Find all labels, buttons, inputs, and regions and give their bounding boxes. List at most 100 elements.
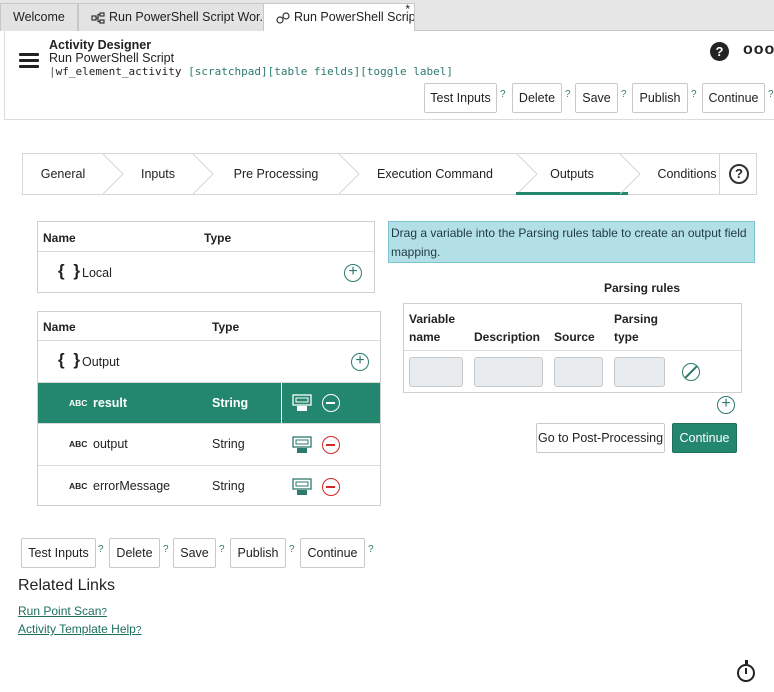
step-navigation: General Inputs Pre Processing Execution … [22,153,736,195]
step-chevron [192,154,214,194]
more-options-icon[interactable]: ooo [743,41,774,59]
remove-variable-icon[interactable] [322,394,340,412]
table-fields-link[interactable]: [table fields] [268,65,361,78]
col-source: Source [554,330,595,344]
clear-rule-icon[interactable] [682,363,700,381]
activity-template-help-link[interactable]: Activity Template Help? [18,622,141,636]
table-row[interactable]: ABC output String [38,423,380,465]
tab-workflow[interactable]: Run PowerShell Script Wor... [78,3,264,31]
link-text: Activity Template Help [18,622,136,636]
continue-button-bottom[interactable]: Continue [300,538,365,568]
cell-divider [281,383,282,424]
test-inputs-button[interactable]: Test Inputs [424,83,497,113]
help-icon[interactable]: ? [710,42,729,61]
source-field[interactable] [554,357,603,387]
parsing-rules-table: Variable name Description Source Parsing… [403,303,742,393]
continue-help[interactable]: ? [368,544,374,555]
variable-type: String [212,396,249,410]
description-field[interactable] [474,357,543,387]
output-variables-table: Name Type { } Output + ABC result String… [37,311,381,506]
parsing-rule-row [404,350,741,393]
test-inputs-help[interactable]: ? [500,89,506,100]
parsing-rules-title: Parsing rules [604,281,681,295]
table-row[interactable]: ABC result String [38,382,380,424]
remove-variable-icon[interactable] [322,436,340,454]
publish-help[interactable]: ? [691,89,697,100]
publish-button-bottom[interactable]: Publish [230,538,286,568]
activity-icon [276,10,294,24]
step-conditions[interactable]: Conditions [643,154,731,194]
publish-help[interactable]: ? [289,544,295,555]
add-local-icon[interactable]: + [344,264,362,282]
info-message: Drag a variable into the Parsing rules t… [388,221,755,263]
braces-icon: { } [58,261,82,280]
tab-run-powershell[interactable]: Run PowerShell Script * [263,3,415,32]
tab-label: Run PowerShell Script [294,10,415,24]
tab-bar: Welcome Run PowerShell Script Wor... Run… [0,0,774,32]
save-help[interactable]: ? [219,544,225,555]
delete-help[interactable]: ? [163,544,169,555]
step-general[interactable]: General [23,154,103,194]
local-variables-table: Name Type { } Local + [37,221,375,293]
continue-help[interactable]: ? [768,89,774,100]
continue-step-button[interactable]: Continue [672,423,737,453]
step-inputs[interactable]: Inputs [123,154,193,194]
step-help-button[interactable]: ? [719,153,757,195]
variable-name-field[interactable] [409,357,463,387]
col-type: Type [212,320,240,334]
link-help: ? [135,625,142,636]
add-output-icon[interactable]: + [351,353,369,371]
save-button[interactable]: Save [575,83,618,113]
col-name: Name [43,320,76,334]
run-point-scan-link[interactable]: Run Point Scan? [18,604,107,618]
delete-help[interactable]: ? [565,89,571,100]
variable-name: output [93,437,128,451]
col-name: Name [43,231,76,245]
unsaved-indicator: * [405,3,410,16]
local-label: Local [82,266,112,280]
add-parsing-rule-icon[interactable]: + [717,396,735,414]
local-group-row[interactable]: { } Local + [38,251,374,293]
tab-welcome[interactable]: Welcome [0,3,78,31]
help-circle-icon: ? [729,164,749,184]
map-to-output-icon[interactable] [292,436,312,454]
string-type-icon: ABC [69,481,88,491]
timer-icon[interactable] [737,660,755,682]
variable-type: String [212,437,245,451]
step-pre-processing[interactable]: Pre Processing [213,154,339,194]
col-variable-name-2: name [409,330,441,344]
remove-variable-icon[interactable] [322,478,340,496]
table-name: wf_element_activity [55,65,182,78]
save-help[interactable]: ? [621,89,627,100]
parsing-type-field[interactable] [614,357,665,387]
continue-button[interactable]: Continue [702,83,765,113]
tab-label: Run PowerShell Script Wor... [109,10,264,24]
col-variable-name-1: Variable [409,312,456,326]
toggle-label-link[interactable]: [toggle label] [360,65,453,78]
output-group-row[interactable]: { } Output + [38,340,380,382]
delete-button-bottom[interactable]: Delete [109,538,160,568]
form-header: Activity Designer Run PowerShell Script … [4,31,774,120]
map-to-output-icon[interactable] [292,478,312,496]
related-links-title: Related Links [18,577,115,594]
test-inputs-help[interactable]: ? [98,544,104,555]
step-chevron [619,154,641,194]
go-to-post-processing-button[interactable]: Go to Post-Processing [536,423,665,453]
form-subtitle: Run PowerShell Script [49,51,175,65]
variable-type: String [212,479,245,493]
braces-icon: { } [58,350,82,369]
map-to-output-icon[interactable] [292,394,312,412]
publish-button[interactable]: Publish [632,83,688,113]
variable-name: errorMessage [93,479,171,493]
table-row[interactable]: ABC errorMessage String [38,465,380,506]
scratchpad-link[interactable]: [scratchpad] [188,65,267,78]
step-execution-command[interactable]: Execution Command [359,154,511,194]
test-inputs-button-bottom[interactable]: Test Inputs [21,538,96,568]
workflow-icon [91,10,109,24]
delete-button[interactable]: Delete [512,83,562,113]
save-button-bottom[interactable]: Save [173,538,216,568]
menu-icon[interactable] [19,53,39,69]
col-description: Description [474,330,541,344]
col-type: Type [204,231,232,245]
step-outputs[interactable]: Outputs [516,154,628,195]
